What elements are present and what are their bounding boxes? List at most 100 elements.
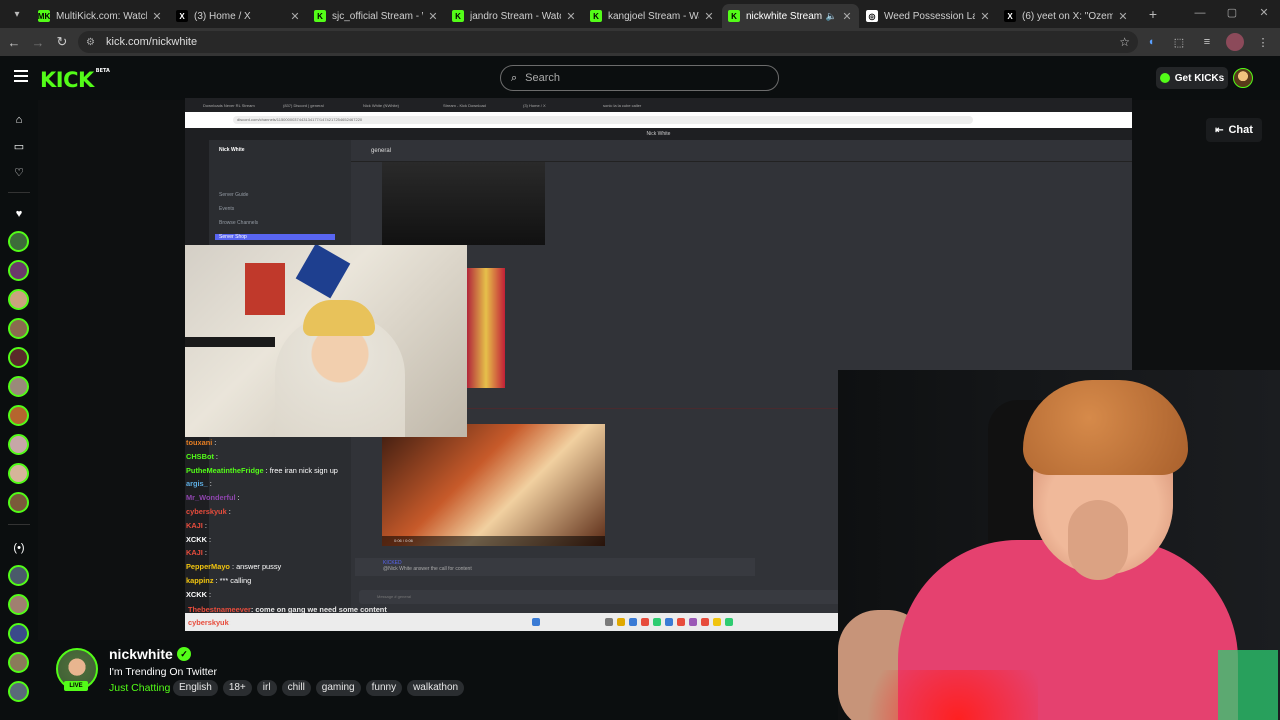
user-avatar[interactable]: [1233, 68, 1253, 88]
chat-username: cyberskyuk: [188, 618, 229, 627]
recommended-channel-avatar[interactable]: [8, 652, 29, 673]
tab-favicon-icon: MK: [37, 10, 51, 22]
stream-tags: English 18+ irl chill gaming funny walkathon: [173, 680, 465, 696]
reload-icon[interactable]: ↻: [50, 34, 74, 50]
followed-channel-avatar[interactable]: [8, 318, 29, 339]
chat-message: kappinz: *** calling: [186, 574, 356, 588]
followed-channel-avatar[interactable]: [8, 231, 29, 252]
chat-message: cyberskyuk:: [186, 505, 356, 519]
stream-tag[interactable]: English: [173, 680, 218, 696]
kicks-coin-icon: [1159, 73, 1170, 83]
get-kicks-button[interactable]: Get KICKs: [1156, 67, 1228, 89]
chat-message: KAJI:: [186, 519, 356, 533]
facecam-decor: [295, 245, 351, 299]
tab-close-icon[interactable]: ✕: [151, 10, 163, 23]
taskbar-app-icon: [665, 618, 673, 626]
tab-search-icon[interactable]: ▾: [6, 3, 28, 25]
taskbar-app-icon: [641, 618, 649, 626]
browser-tab[interactable]: X (3) Home / X ✕: [170, 4, 307, 28]
profile-avatar-icon[interactable]: [1226, 33, 1244, 51]
tab-close-icon[interactable]: ✕: [979, 10, 991, 23]
chat-message: argis_:: [186, 477, 356, 491]
recommended-channel-avatar[interactable]: [8, 681, 29, 702]
sidebar-divider: [8, 524, 30, 525]
stream-tag[interactable]: 18+: [222, 680, 252, 696]
search-input[interactable]: ⌕ Search: [500, 65, 779, 91]
browser-tab[interactable]: Knickwhite Stream - W 🔈 ✕: [722, 4, 859, 28]
tab-close-icon[interactable]: ✕: [565, 10, 577, 23]
windows-start-icon: [532, 618, 540, 626]
stream-tag[interactable]: irl: [256, 680, 277, 696]
tab-close-icon[interactable]: ✕: [289, 10, 301, 23]
browser-tab[interactable]: ◎ Weed Possession Laws Pe ✕: [860, 4, 997, 28]
sidebar-divider: [8, 192, 30, 193]
streamer-hair: [1023, 380, 1188, 475]
browser-tab[interactable]: X (6) yeet on X: "Ozemi spc ✕: [998, 4, 1135, 28]
bookmark-star-icon[interactable]: ☆: [1119, 35, 1130, 49]
tab-close-icon[interactable]: ✕: [703, 10, 715, 23]
chat-username: PutheMeatintheFridge: [186, 465, 264, 475]
followed-channel-avatar[interactable]: [8, 376, 29, 397]
url-field[interactable]: ⚙ kick.com/nickwhite ☆: [78, 31, 1138, 53]
stream-tag[interactable]: gaming: [315, 680, 361, 696]
taskbar-app-icon: [713, 618, 721, 626]
kick-header: KICK BETA ⌕ Search Get KICKs: [0, 56, 1280, 100]
recommended-channel-avatar[interactable]: [8, 565, 29, 586]
followed-channel-avatar[interactable]: [8, 289, 29, 310]
menu-hamburger-icon[interactable]: [14, 70, 28, 82]
followed-channel-avatar[interactable]: [8, 463, 29, 484]
tab-audio-icon[interactable]: 🔈: [826, 11, 837, 22]
stream-tag[interactable]: funny: [365, 680, 403, 696]
browser-toolbar-icons: ◖ ⬚ ≡ ⋮: [1142, 33, 1272, 51]
capture-video-embed: 0:06 / 0:06: [382, 424, 605, 546]
forward-icon[interactable]: →: [26, 35, 50, 50]
following-heart-icon[interactable]: ♡: [11, 164, 27, 180]
tab-close-icon[interactable]: ✕: [427, 10, 439, 23]
followed-channel-avatar[interactable]: [8, 260, 29, 281]
logo-text: KICK: [40, 68, 94, 92]
followed-channel-avatar[interactable]: [8, 434, 29, 455]
extension-audio-icon[interactable]: ◖: [1142, 33, 1160, 51]
chat-username: CHSBot: [186, 451, 214, 461]
tab-title: MultiKick.com: Watch Mu: [56, 10, 147, 22]
tab-close-icon[interactable]: ✕: [1117, 10, 1129, 23]
chat-message: PepperMayo: answer pussy: [186, 560, 356, 574]
chat-toggle-button[interactable]: ⇤ Chat: [1206, 118, 1262, 142]
kick-logo[interactable]: KICK BETA: [40, 68, 110, 92]
search-icon: ⌕: [511, 71, 518, 84]
chat-separator: :: [204, 548, 207, 558]
channel-name[interactable]: nickwhite: [109, 646, 173, 662]
followed-channel-avatar[interactable]: [8, 492, 29, 513]
tab-close-icon[interactable]: ✕: [841, 10, 853, 23]
browser-tab[interactable]: Kjandro Stream - Watch Li ✕: [446, 4, 583, 28]
category-link[interactable]: Just Chatting: [109, 682, 170, 694]
browser-tab[interactable]: Kkangjoel Stream - Watch ✕: [584, 4, 721, 28]
chat-username: KAJI: [186, 548, 203, 558]
site-info-icon[interactable]: ⚙: [86, 37, 100, 48]
stream-tag[interactable]: chill: [281, 680, 311, 696]
tab-favicon-icon: K: [314, 10, 326, 22]
streamer-camera: [838, 370, 1280, 720]
recommended-channel-avatar[interactable]: [8, 594, 29, 615]
minimize-icon[interactable]: —: [1184, 0, 1216, 28]
reading-list-icon[interactable]: ≡: [1198, 33, 1216, 51]
facecam-mic-arm: [185, 337, 275, 347]
new-tab-icon[interactable]: +: [1142, 3, 1164, 25]
capture-address-bar: discord.com/channels/1150000037443134177…: [185, 112, 1132, 128]
followed-channel-avatar[interactable]: [8, 347, 29, 368]
close-window-icon[interactable]: ✕: [1248, 0, 1280, 28]
home-icon[interactable]: ⌂: [11, 112, 27, 128]
browser-menu-icon[interactable]: ⋮: [1254, 33, 1272, 51]
capture-channel: Server Shop: [215, 234, 335, 240]
browser-tab[interactable]: MK MultiKick.com: Watch Mu ✕: [32, 4, 169, 28]
capture-tab: (3) Home / X: [523, 102, 546, 108]
browse-icon[interactable]: ▭: [11, 138, 27, 154]
maximize-icon[interactable]: ▢: [1216, 0, 1248, 28]
back-icon[interactable]: ←: [2, 35, 26, 50]
browser-tab[interactable]: Ksjc_official Stream - Watc ✕: [308, 4, 445, 28]
stream-chat-overlay: touxani: CHSBot: PutheMeatintheFridge: f…: [186, 436, 356, 626]
stream-tag[interactable]: walkathon: [407, 680, 465, 696]
recommended-channel-avatar[interactable]: [8, 623, 29, 644]
extensions-icon[interactable]: ⬚: [1170, 33, 1188, 51]
followed-channel-avatar[interactable]: [8, 405, 29, 426]
